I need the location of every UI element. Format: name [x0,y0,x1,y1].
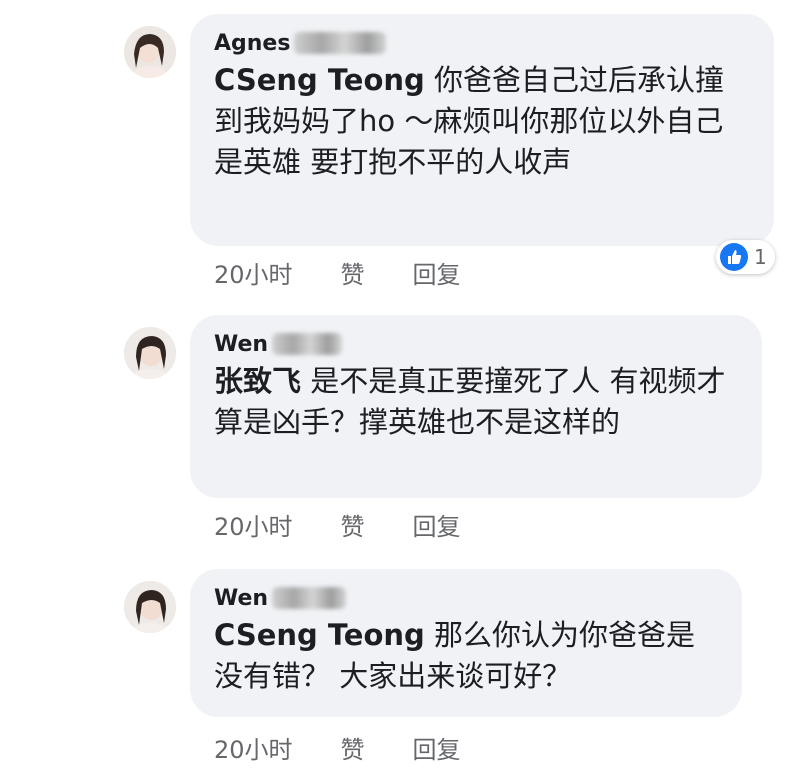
redacted-name-blur [294,32,387,54]
comment-author[interactable]: Wen [214,586,268,611]
comment-bubble: Wen CSeng Teong 那么你认为你爸爸是没有错？ 大家出来谈可好？ [190,569,742,717]
mention-link[interactable]: CSeng Teong [214,618,425,652]
comment-text: CSeng Teong 你爸爸自己过后承认撞到我妈妈了ho ～麻烦叫你那位以外自… [214,60,750,183]
comment-timestamp[interactable]: 20小时 [214,507,293,542]
redacted-name-blur [272,333,343,355]
avatar[interactable] [124,26,176,78]
comment-author[interactable]: Wen [214,332,268,357]
redacted-name-blur [272,587,347,609]
reaction-count: 1 [754,245,767,269]
avatar[interactable] [124,327,176,379]
comment-actions: 20小时 赞 回复 [214,730,509,765]
comment-timestamp[interactable]: 20小时 [214,255,293,290]
comment-author[interactable]: Agnes [214,31,290,56]
like-button[interactable]: 赞 [341,730,365,765]
mention-link[interactable]: 张致飞 [214,364,301,398]
comment-actions: 20小时 赞 回复 [214,507,509,542]
thumbs-up-icon [720,243,748,271]
comment-timestamp[interactable]: 20小时 [214,730,293,765]
reaction-badge[interactable]: 1 [716,240,775,274]
comment-actions: 20小时 赞 回复 [214,255,509,290]
mention-link[interactable]: CSeng Teong [214,63,425,97]
avatar[interactable] [124,581,176,633]
comment-text: CSeng Teong 那么你认为你爸爸是没有错？ 大家出来谈可好？ [214,615,718,697]
reply-button[interactable]: 回复 [413,255,461,290]
comment-text: 张致飞 是不是真正要撞死了人 有视频才算是凶手？撑英雄也不是这样的 [214,361,738,443]
like-button[interactable]: 赞 [341,255,365,290]
comment-bubble: Wen 张致飞 是不是真正要撞死了人 有视频才算是凶手？撑英雄也不是这样的 [190,315,762,498]
reply-button[interactable]: 回复 [413,730,461,765]
like-button[interactable]: 赞 [341,507,365,542]
reply-button[interactable]: 回复 [413,507,461,542]
comment-bubble: Agnes CSeng Teong 你爸爸自己过后承认撞到我妈妈了ho ～麻烦叫… [190,14,774,246]
